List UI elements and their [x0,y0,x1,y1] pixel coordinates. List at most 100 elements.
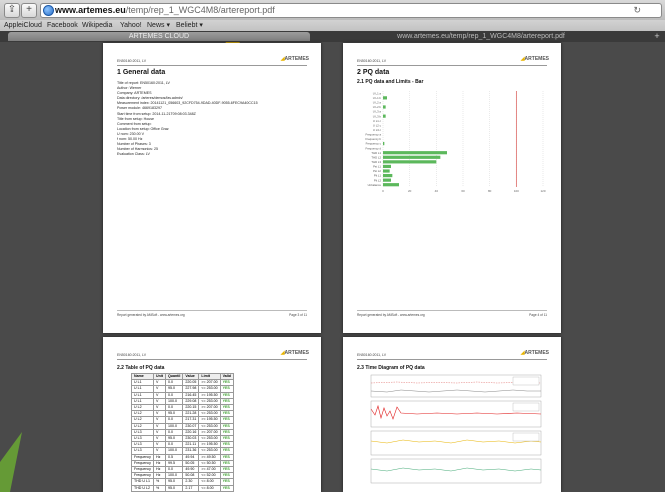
table-cell: >= 195.50 [198,416,221,424]
bar [383,169,390,173]
pdf-page-3: EN50160:2011, LV ◢ARTEMES 1 General data… [103,43,321,333]
add-tab-icon[interactable]: + [650,31,664,42]
bookmark-news[interactable]: News ▾ [147,20,170,31]
table-cell: YES [219,484,234,492]
bar [383,141,385,146]
table-cell: >= 195.50 [198,391,221,399]
bar [383,114,386,118]
bookmark-apple[interactable]: Apple [4,20,22,31]
y-tick-label: Pst L1 [373,165,381,169]
globe-icon [43,5,54,16]
bar [383,183,399,187]
bookmark-icloud[interactable]: iCloud [22,20,42,31]
table-cell: >= 207.00 [198,428,221,437]
y-tick-label: U L3 a [373,110,382,114]
table-cell: <= 253.00 [198,410,221,418]
section-title-general: 1 General data [117,69,166,76]
url-text: www.artemes.eu/temp/rep_1_WGC4M8/arterep… [55,5,275,15]
x-tick-label: 60 [461,189,465,193]
pdf-viewer[interactable]: EN50160:2011, LV ◢ARTEMES 1 General data… [0,42,665,492]
page-header-id: EN50160:2011, LV [117,59,147,63]
new-tab-button[interactable]: + [21,3,37,18]
y-tick-label: U L2 b [373,105,382,109]
y-tick-label: Unbalance [368,183,382,187]
pdf-page-5: EN50160:2011, LV ◢ARTEMES 2.2 Table of P… [103,337,321,492]
time-legend [512,402,540,412]
subsection-title-bar: 2.1 PQ data and Limits - Bar [357,79,424,85]
table-cell: % [152,484,166,492]
table-cell: Frequency [131,453,154,461]
table-cell: >= 207.00 [198,379,221,387]
bar [383,96,387,100]
x-tick-label: 100 [514,189,519,193]
tab-report-pdf[interactable]: www.artemes.eu/temp/rep_1_WGC4M8/arterep… [316,32,646,41]
table-cell: Frequency [131,466,154,474]
y-tick-label: U L3 c [373,128,382,132]
table-header-cell: Quantil [164,372,184,381]
reload-icon[interactable]: ↻ [633,4,641,17]
y-tick-label: THD L3 [371,160,381,164]
x-tick-label: 80 [488,189,492,193]
table-cell: >= 195.50 [198,441,221,449]
y-tick-label: U L2 c [373,123,382,127]
time-series-line [370,389,541,393]
x-tick-label: 40 [435,189,439,193]
y-tick-label: U L1 c [373,119,382,123]
time-series-line [370,467,542,472]
page-footer: Report generated by AMSoft - www.artemes… [357,310,547,317]
y-tick-label: Frequency d [365,146,381,150]
browser-toolbar: ⇪ + www.artemes.eu/temp/rep_1_WGC4M8/art… [0,0,665,21]
y-tick-label: U L1 b [373,96,382,100]
bar [383,155,441,159]
y-tick-label: THD L2 [371,155,381,159]
y-tick-label: Frequency b [365,137,381,141]
y-tick-label: Pst L2 [373,169,381,173]
decorative-swoosh-bottom [0,432,22,492]
table-cell: <= 253.00 [198,385,221,393]
bookmark-yahoo[interactable]: Yahoo! [120,20,142,31]
bar [383,178,391,182]
share-button[interactable]: ⇪ [4,3,20,18]
pdf-page-4: EN50160:2011, LV ◢ARTEMES 2 PQ data 2.1 … [343,43,561,333]
pq-data-table: Name Unit Quantil Value Limit Valid U L1 V 0.0 2… [131,372,234,492]
tab-artemes-cloud[interactable]: ARTEMES CLOUD [8,32,310,41]
general-data-list: Title of report: EN50160:2011, LV Author… [117,81,258,157]
bookmark-wikipedia[interactable]: Wikipedia [82,20,112,31]
table-cell: Frequency [131,472,154,480]
header-divider [357,65,547,66]
y-tick-label: Frequency c [366,142,382,146]
table-cell: <= 8.00 [198,484,221,492]
y-tick-label: Plt L2 [374,178,382,182]
footer-page-number: Page 3 of 11 [289,313,307,317]
pdf-page-6: EN50160:2011, LV ◢ARTEMES 2.3 Time Diagr… [343,337,561,492]
x-tick-label: 0 [382,189,384,193]
table-cell: <= 253.00 [198,397,221,406]
bar [383,160,437,164]
header-divider [117,65,307,66]
bar [383,173,393,178]
time-legend [512,376,540,386]
table-cell: THD U L2 [131,484,154,492]
page-header-id: EN50160:2011, LV [357,59,387,63]
header-divider [117,359,307,360]
page-header-id: EN50160:2011, LV [117,353,147,357]
y-tick-label: Frequency a [365,133,381,137]
bookmark-beliebt[interactable]: Beliebt ▾ [176,20,203,31]
table-cell: 95.0 [164,484,184,492]
table-row: THD U L2% 95.0 2.17 <= 8.00 YES [131,484,234,492]
footer-page-number: Page 4 of 11 [529,313,547,317]
table-cell: >= 207.00 [198,403,221,412]
x-tick-label: 120 [540,189,545,193]
time-legend [512,432,540,442]
artemes-logo: ◢ARTEMES [520,56,549,62]
artemes-logo: ◢ARTEMES [280,350,309,356]
table-cell: <= 253.00 [198,447,221,455]
bar [383,105,386,109]
table-cell: 2.17 [182,484,200,492]
artemes-logo: ◢ARTEMES [280,56,309,62]
address-bar[interactable]: www.artemes.eu/temp/rep_1_WGC4M8/arterep… [40,3,662,18]
bookmark-facebook[interactable]: Facebook [47,20,78,31]
tab-bar: ARTEMES CLOUD www.artemes.eu/temp/rep_1_… [0,31,665,42]
bar [383,151,447,155]
y-tick-label: U L1 a [373,91,382,95]
